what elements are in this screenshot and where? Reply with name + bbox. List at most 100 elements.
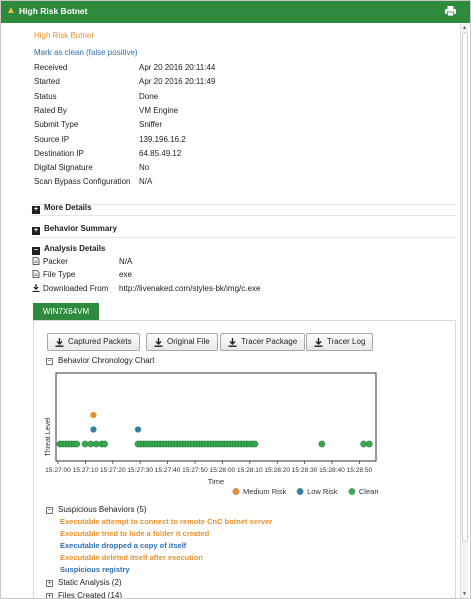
tracer-package-label: Tracer Package [241,337,298,346]
field-value: Apr 20 2016 20:11:44 [139,63,216,72]
window-title: High Risk Botnet [19,6,88,16]
scroll-up-icon[interactable]: ▲ [462,25,467,31]
collapse-icon: − [32,247,40,255]
expand-icon: + [46,593,53,599]
field-label: Status [34,91,57,101]
behavior-summary-toggle[interactable]: + Behavior Summary [32,224,117,235]
field-label: Started [34,77,60,87]
download-url: http://livenaked.com/styles-bk/img/c.exe [119,284,261,293]
plot-area [55,372,377,462]
suspicious-behaviors-toggle[interactable]: − Suspicious Behaviors (5) [46,505,146,514]
x-tick-label: 15:27:10 [73,467,99,474]
more-details-toggle[interactable]: + More Details [32,203,92,214]
x-tick-label: 15:28:10 [237,467,263,474]
file-icon [32,257,40,265]
packer-row: Packer [32,257,68,266]
divider [31,215,456,216]
field-label: Received [34,63,68,72]
data-point [365,440,373,448]
download-label: Downloaded From [43,284,109,293]
field-value: Done [139,91,159,101]
original-file-label: Original File [167,337,210,346]
field-value: No [139,163,150,173]
expand-icon: + [46,580,53,587]
static-analysis-toggle[interactable]: + Static Analysis (2) [46,578,122,587]
packer-value: N/A [119,257,133,266]
packer-label: Packer [43,257,68,266]
scroll-down-icon[interactable]: ▼ [462,591,467,597]
y-axis-label: Threat Level [45,417,52,456]
data-point [73,440,81,448]
download-icon [32,284,40,293]
expand-icon: + [32,206,40,214]
x-tick-label: 15:27:00 [45,467,71,474]
download-icon [154,338,163,347]
x-tick-label: 15:27:40 [155,467,181,474]
legend-label: Medium Risk [243,487,287,496]
data-point [87,440,94,448]
legend-marker [232,487,240,496]
filetype-row: File Type [32,270,75,279]
download-icon [55,338,64,347]
x-tick-label: 15:28:50 [347,467,373,474]
data-point [134,426,142,433]
tracer-log-label: Tracer Log [327,337,366,346]
x-tick-label: 15:28:00 [210,467,236,474]
field-value: N/A [139,177,153,187]
mark-clean-link[interactable]: Mark as clean (false positive) [34,48,138,57]
legend-label: Low Risk [307,487,338,496]
files-created-label: Files Created (14) [58,591,123,599]
field-value: Sniffer [139,120,162,130]
download-icon [228,338,237,347]
report-window: ▲ High Risk Botnet ▲ ▼ High Risk Botnet … [0,0,471,599]
analysis-details-label: Analysis Details [44,244,106,253]
divider [31,237,456,238]
original-file-button[interactable]: Original File [146,333,218,351]
collapse-icon: − [46,507,53,514]
suspicious-title: Suspicious Behaviors (5) [58,505,147,514]
divider [31,204,456,205]
captured-packets-button[interactable]: Captured Packets [47,333,140,351]
file-icon [32,270,40,278]
scrollbar-thumb[interactable] [462,32,468,542]
download-icon [314,338,323,347]
data-point [90,426,97,433]
static-analysis-label: Static Analysis (2) [58,578,122,587]
suspicious-behavior-item: Suspicious registry [60,565,130,574]
data-point [92,440,100,448]
collapse-icon: − [46,358,53,365]
field-label: Digital Signature [34,163,93,173]
tab-win7x64vm[interactable]: WIN7X64VM [33,303,99,320]
data-point [318,440,326,448]
analysis-details-toggle[interactable]: − Analysis Details [32,244,105,255]
data-point [81,440,89,448]
field-label: Submit Type [34,120,79,130]
x-tick-label: 15:27:30 [127,467,153,474]
print-icon[interactable] [445,6,456,16]
vertical-scrollbar[interactable]: ▲ ▼ [460,24,468,598]
field-label: Destination IP [34,148,84,158]
tracer-log-button[interactable]: Tracer Log [306,333,374,351]
filetype-value: exe [119,270,132,279]
files-created-toggle[interactable]: + Files Created (14) [46,591,123,599]
filetype-label: File Type [43,270,76,279]
suspicious-behavior-item: Executable deleted itself after executio… [60,553,203,562]
tracer-package-button[interactable]: Tracer Package [220,333,306,351]
behavior-summary-label: Behavior Summary [44,224,117,233]
field-value: 64.85.49.12 [139,148,182,158]
legend-marker [296,487,304,496]
download-row: Downloaded From [32,284,108,293]
field-label: Scan Bypass Configuration [34,177,131,187]
captured-packets-label: Captured Packets [68,337,132,346]
verdict-text: High Risk Botnet [34,31,94,40]
suspicious-behavior-item: Executable tried to hide a folder it cre… [60,529,210,538]
x-tick-label: 15:28:30 [292,467,318,474]
behavior-chart: 15:27:00 15:27:10 15:27:20 15:27:30 15:27:40… [45,372,379,496]
data-point [90,411,97,419]
suspicious-behavior-item: Executable attempt to connect to remote … [60,517,273,526]
x-tick-label: 15:27:20 [100,467,126,474]
x-tick-label: 15:27:50 [182,467,208,474]
more-details-label: More Details [44,203,92,212]
field-label: Source IP [34,134,70,144]
chronology-chart-toggle[interactable]: − Behavior Chronology Chart [46,356,155,365]
